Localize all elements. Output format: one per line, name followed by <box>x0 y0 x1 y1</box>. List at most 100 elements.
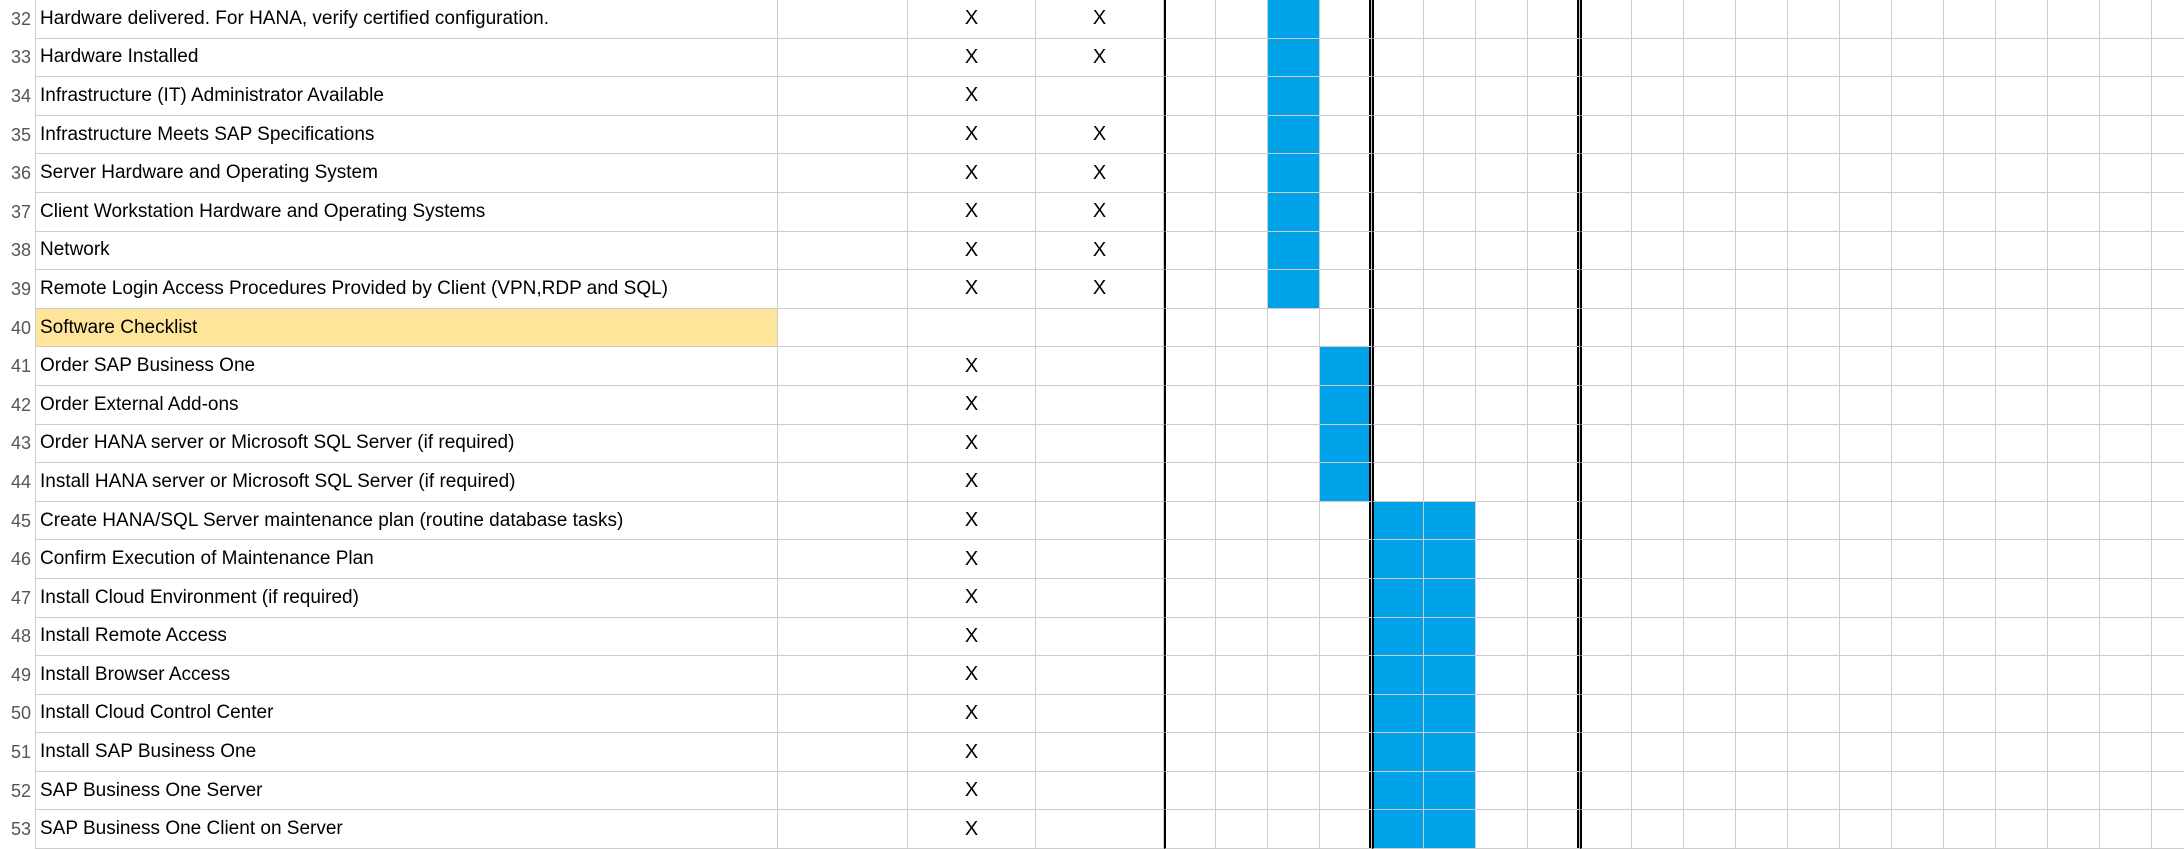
task-name[interactable]: Remote Login Access Procedures Provided … <box>36 270 778 309</box>
gantt-cell[interactable] <box>1892 733 1944 772</box>
gantt-cell[interactable] <box>1476 39 1528 78</box>
gantt-cell[interactable] <box>1164 656 1216 695</box>
gantt-cell[interactable] <box>1944 540 1996 579</box>
gantt-cell[interactable] <box>1528 425 1580 464</box>
gantt-cell[interactable] <box>1528 77 1580 116</box>
gantt-cell[interactable] <box>1788 733 1840 772</box>
task-name[interactable]: Infrastructure (IT) Administrator Availa… <box>36 77 778 116</box>
gantt-cell[interactable] <box>1840 463 1892 502</box>
gantt-cell[interactable] <box>1320 579 1372 618</box>
gantt-cell[interactable] <box>1840 77 1892 116</box>
gantt-cell[interactable] <box>1476 695 1528 734</box>
gantt-cell[interactable] <box>1424 618 1476 657</box>
gantt-cell[interactable] <box>1892 347 1944 386</box>
gantt-cell[interactable] <box>1476 0 1528 39</box>
gantt-cell[interactable] <box>1320 0 1372 39</box>
gantt-cell[interactable] <box>1476 116 1528 155</box>
gantt-cell[interactable] <box>1892 540 1944 579</box>
gantt-cell[interactable] <box>1216 810 1268 849</box>
mark-col-2[interactable]: X <box>1036 232 1164 271</box>
task-name[interactable]: Install Cloud Environment (if required) <box>36 579 778 618</box>
gantt-cell[interactable] <box>1632 116 1684 155</box>
gantt-cell[interactable] <box>1684 386 1736 425</box>
gantt-cell[interactable] <box>1216 77 1268 116</box>
gantt-cell[interactable] <box>1528 502 1580 541</box>
gantt-cell[interactable] <box>1840 810 1892 849</box>
gantt-cell[interactable] <box>1684 579 1736 618</box>
gantt-cell[interactable] <box>1372 502 1424 541</box>
gantt-cell[interactable] <box>1944 77 1996 116</box>
gantt-cell[interactable] <box>1944 270 1996 309</box>
gantt-cell[interactable] <box>2048 733 2100 772</box>
gantt-cell[interactable] <box>1580 579 1632 618</box>
mark-col-2[interactable] <box>1036 733 1164 772</box>
task-name[interactable]: SAP Business One Client on Server <box>36 810 778 849</box>
gantt-cell[interactable] <box>2048 193 2100 232</box>
gantt-cell[interactable] <box>1164 540 1216 579</box>
gantt-cell[interactable] <box>1840 656 1892 695</box>
gantt-cell[interactable] <box>1372 77 1424 116</box>
gantt-cell[interactable] <box>1216 193 1268 232</box>
gantt-cell[interactable] <box>1320 232 1372 271</box>
gantt-cell[interactable] <box>1476 618 1528 657</box>
gantt-cell[interactable] <box>1892 463 1944 502</box>
gantt-cell[interactable] <box>1372 309 1424 348</box>
gantt-cell[interactable] <box>1268 463 1320 502</box>
gantt-cell[interactable] <box>1684 39 1736 78</box>
gantt-cell[interactable] <box>1216 232 1268 271</box>
gantt-cell[interactable] <box>1164 193 1216 232</box>
gantt-cell[interactable] <box>1996 618 2048 657</box>
gantt-cell[interactable] <box>1944 772 1996 811</box>
mark-col-2[interactable] <box>1036 810 1164 849</box>
gantt-cell[interactable] <box>1216 540 1268 579</box>
gantt-cell[interactable] <box>2100 386 2152 425</box>
gantt-cell[interactable] <box>1892 116 1944 155</box>
gantt-cell[interactable] <box>1372 116 1424 155</box>
gantt-cell[interactable] <box>1164 695 1216 734</box>
gantt-cell[interactable] <box>1840 193 1892 232</box>
gantt-cell[interactable] <box>1632 193 1684 232</box>
gantt-cell[interactable] <box>1996 309 2048 348</box>
gantt-cell[interactable] <box>2152 733 2184 772</box>
mark-col-1[interactable]: X <box>908 0 1036 39</box>
gantt-cell[interactable] <box>1268 618 1320 657</box>
gantt-cell[interactable] <box>1996 656 2048 695</box>
gantt-cell[interactable] <box>1528 116 1580 155</box>
gantt-cell[interactable] <box>1944 618 1996 657</box>
gantt-cell[interactable] <box>1684 733 1736 772</box>
gantt-cell[interactable] <box>1840 0 1892 39</box>
gantt-cell[interactable] <box>1736 695 1788 734</box>
gantt-cell[interactable] <box>2152 656 2184 695</box>
gantt-cell[interactable] <box>2100 0 2152 39</box>
gantt-cell[interactable] <box>1320 116 1372 155</box>
gantt-cell[interactable] <box>1996 347 2048 386</box>
gantt-cell[interactable] <box>1684 656 1736 695</box>
gantt-cell[interactable] <box>1216 347 1268 386</box>
gantt-cell[interactable] <box>1424 193 1476 232</box>
gantt-cell[interactable] <box>1164 77 1216 116</box>
gantt-cell[interactable] <box>1632 502 1684 541</box>
gantt-cell[interactable] <box>2048 502 2100 541</box>
gantt-cell[interactable] <box>1788 39 1840 78</box>
gantt-cell[interactable] <box>1632 0 1684 39</box>
mark-col-1[interactable]: X <box>908 347 1036 386</box>
gantt-cell[interactable] <box>1268 540 1320 579</box>
gantt-cell[interactable] <box>1996 772 2048 811</box>
gantt-cell[interactable] <box>1632 810 1684 849</box>
gantt-cell[interactable] <box>1424 695 1476 734</box>
mark-col-2[interactable] <box>1036 618 1164 657</box>
gantt-cell[interactable] <box>1424 540 1476 579</box>
task-name[interactable]: Order External Add-ons <box>36 386 778 425</box>
gantt-cell[interactable] <box>1164 0 1216 39</box>
gantt-cell[interactable] <box>1528 656 1580 695</box>
mark-col-1[interactable]: X <box>908 463 1036 502</box>
gantt-cell[interactable] <box>2100 116 2152 155</box>
gantt-cell[interactable] <box>1268 425 1320 464</box>
gantt-cell[interactable] <box>1632 579 1684 618</box>
gantt-cell[interactable] <box>1996 810 2048 849</box>
gantt-cell[interactable] <box>1840 154 1892 193</box>
gantt-cell[interactable] <box>2100 270 2152 309</box>
gantt-cell[interactable] <box>2152 0 2184 39</box>
gantt-cell[interactable] <box>1788 656 1840 695</box>
gantt-cell[interactable] <box>1320 309 1372 348</box>
